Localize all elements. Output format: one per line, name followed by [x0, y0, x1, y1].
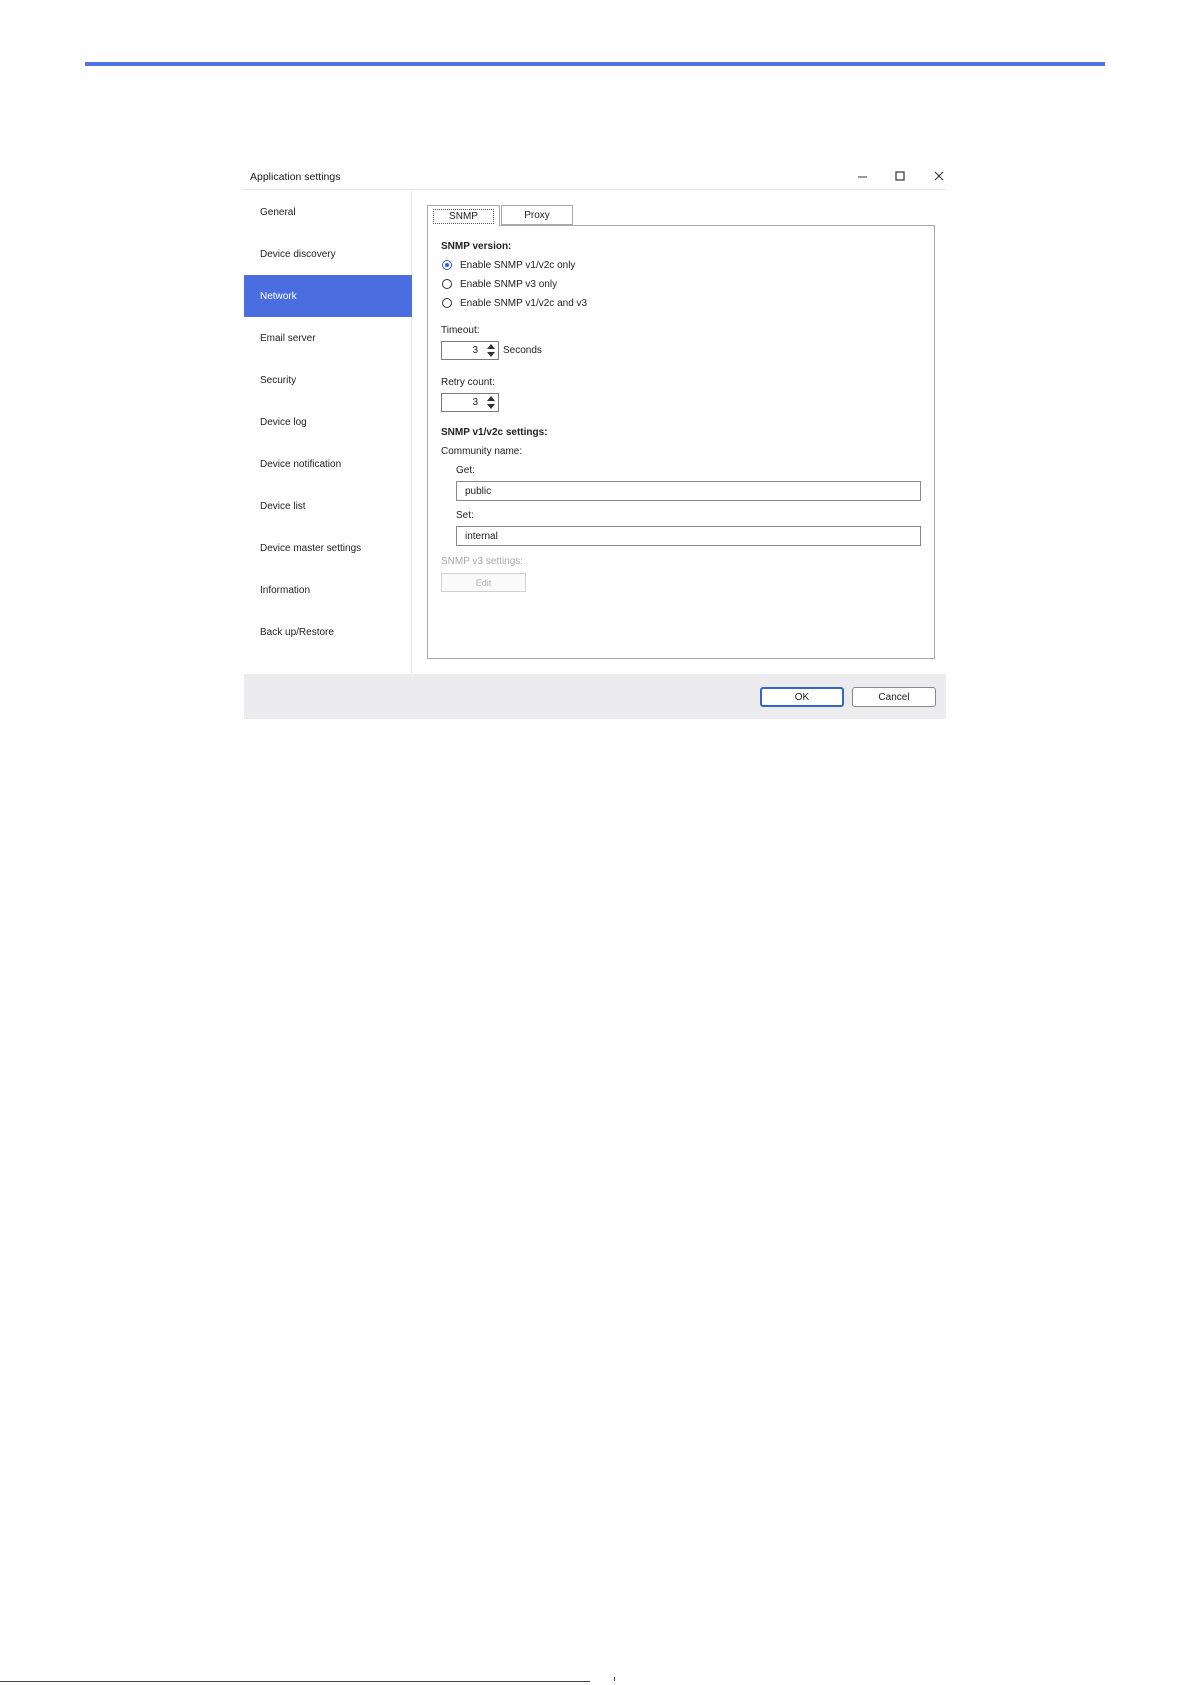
page-header-rule [85, 62, 1105, 66]
snmp-tab-panel: SNMP version: Enable SNMP v1/v2c only En… [427, 225, 935, 659]
sidebar-item-device-discovery[interactable]: Device discovery [244, 233, 412, 275]
stepper-up-icon[interactable] [487, 396, 495, 401]
timeout-label: Timeout: [441, 325, 480, 336]
close-icon [934, 171, 944, 181]
tab-snmp[interactable]: SNMP [427, 205, 500, 226]
minimize-icon [858, 176, 867, 178]
timeout-stepper[interactable]: 3 [441, 341, 499, 360]
page-footer-tick [614, 1677, 615, 1681]
ok-button[interactable]: OK [760, 687, 844, 707]
retry-count-stepper[interactable]: 3 [441, 393, 499, 412]
radio-snmp-v3-only-label[interactable]: Enable SNMP v3 only [460, 279, 557, 290]
application-settings-window: Application settings General Device disc… [244, 163, 946, 719]
get-label: Get: [456, 465, 475, 476]
stepper-down-icon[interactable] [487, 352, 495, 357]
set-community-field[interactable]: internal [456, 526, 921, 546]
radio-snmp-v3-only[interactable] [442, 279, 452, 289]
retry-count-label: Retry count: [441, 377, 495, 388]
radio-snmp-v1v2c-and-v3[interactable] [442, 298, 452, 308]
cancel-button[interactable]: Cancel [852, 687, 936, 707]
stepper-down-icon[interactable] [487, 404, 495, 409]
sidebar-item-email-server[interactable]: Email server [244, 317, 412, 359]
stepper-arrows-icon[interactable] [485, 395, 497, 410]
set-label: Set: [456, 510, 474, 521]
timeout-unit: Seconds [503, 345, 542, 356]
page-footer-rule [0, 1681, 590, 1682]
snmp-v1v2c-settings-heading: SNMP v1/v2c settings: [441, 427, 548, 438]
tab-proxy[interactable]: Proxy [501, 205, 573, 225]
sidebar-item-back-up-restore[interactable]: Back up/Restore [244, 611, 412, 653]
sidebar-item-device-master-settings[interactable]: Device master settings [244, 527, 412, 569]
maximize-button[interactable] [887, 165, 913, 187]
minimize-button[interactable] [850, 165, 876, 187]
sidebar-item-security[interactable]: Security [244, 359, 412, 401]
radio-snmp-v1v2c-and-v3-label[interactable]: Enable SNMP v1/v2c and v3 [460, 298, 587, 309]
close-button[interactable] [926, 165, 952, 187]
timeout-value: 3 [472, 345, 478, 356]
dialog-footer: OK Cancel [244, 674, 946, 719]
settings-sidebar: General Device discovery Network Email s… [244, 191, 412, 673]
tab-snmp-label: SNMP [433, 208, 494, 224]
window-title: Application settings [250, 171, 341, 183]
sidebar-item-information[interactable]: Information [244, 569, 412, 611]
stepper-up-icon[interactable] [487, 344, 495, 349]
title-bar: Application settings [244, 163, 946, 190]
get-community-field[interactable]: public [456, 481, 921, 501]
radio-snmp-v1v2c-only-label[interactable]: Enable SNMP v1/v2c only [460, 260, 575, 271]
sidebar-item-device-list[interactable]: Device list [244, 485, 412, 527]
tab-proxy-label: Proxy [524, 209, 550, 221]
snmp-version-heading: SNMP version: [441, 241, 512, 252]
maximize-icon [895, 171, 905, 181]
snmp-v3-settings-heading: SNMP v3 settings: [441, 556, 524, 567]
retry-count-value: 3 [472, 397, 478, 408]
sidebar-item-general[interactable]: General [244, 191, 412, 233]
stepper-arrows-icon[interactable] [485, 343, 497, 358]
sidebar-item-device-log[interactable]: Device log [244, 401, 412, 443]
sidebar-item-network[interactable]: Network [244, 275, 412, 317]
radio-snmp-v1v2c-only[interactable] [442, 260, 452, 270]
sidebar-item-device-notification[interactable]: Device notification [244, 443, 412, 485]
snmp-v3-edit-button[interactable]: Edit [441, 573, 526, 592]
community-name-label: Community name: [441, 446, 523, 457]
